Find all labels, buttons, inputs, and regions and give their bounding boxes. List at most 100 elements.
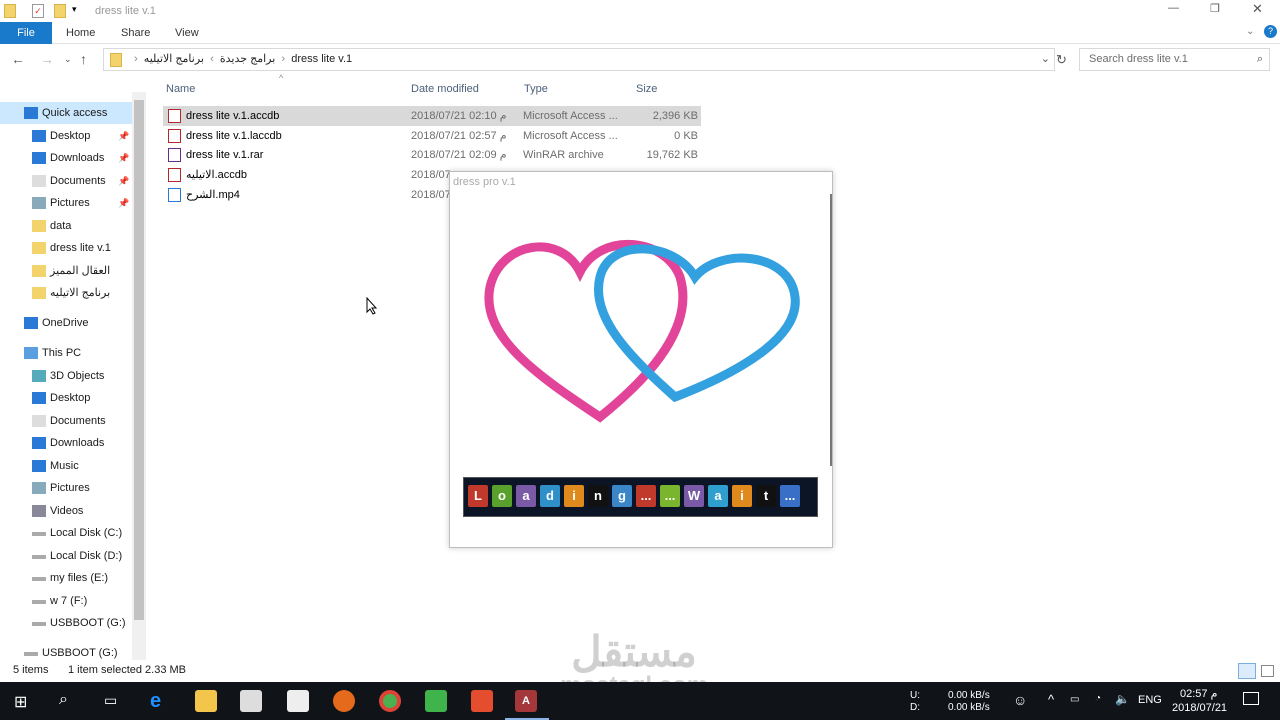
file-name: dress lite v.1.laccdb — [186, 130, 282, 142]
sidebar-item[interactable]: w 7 (F:) — [0, 590, 146, 612]
breadcrumb-item[interactable]: برامج جديدة — [220, 53, 275, 65]
tab-view[interactable]: View — [175, 22, 199, 44]
tab-home[interactable]: Home — [66, 22, 95, 44]
sidebar-item[interactable]: 3D Objects — [0, 365, 146, 387]
minimize-button[interactable]: — — [1168, 2, 1179, 14]
up-button[interactable]: ↑ — [80, 48, 87, 71]
search-icon[interactable]: ⌕ — [59, 691, 68, 709]
sidebar-item[interactable]: data — [0, 215, 146, 237]
forward-button[interactable]: → — [40, 48, 54, 71]
firefox-icon[interactable] — [333, 690, 355, 712]
loading-letter: g — [612, 485, 632, 507]
sidebar-item[interactable]: Local Disk (D:) — [0, 545, 146, 567]
sidebar-item[interactable]: Documents — [0, 410, 146, 432]
sidebar-item[interactable]: Quick access — [0, 102, 146, 124]
mouse-cursor-icon — [366, 297, 378, 315]
file-date: 2018/07/21 م 02:57 — [411, 130, 507, 142]
recorder-icon[interactable] — [471, 690, 493, 712]
column-size[interactable]: Size — [636, 80, 657, 98]
sidebar-item[interactable]: Pictures — [0, 477, 146, 499]
sidebar-item[interactable]: Videos — [0, 500, 146, 522]
file-explorer-icon[interactable] — [195, 690, 217, 712]
sidebar-scrollbar[interactable] — [132, 92, 146, 660]
sidebar-item[interactable]: Downloads — [0, 432, 146, 454]
tab-share[interactable]: Share — [121, 22, 150, 44]
large-icons-view-button[interactable] — [1261, 665, 1274, 677]
expand-ribbon-icon[interactable]: ⌄ — [1246, 26, 1254, 37]
sidebar-item[interactable]: USBBOOT (G:) — [0, 612, 146, 634]
show-hidden-icons[interactable]: ^ — [1048, 692, 1054, 707]
usb-icon — [24, 652, 38, 656]
upload-speed: 0.00 kB/s — [948, 690, 990, 701]
start-button[interactable]: ⊞ — [14, 692, 27, 712]
breadcrumb-item[interactable]: dress lite v.1 — [291, 53, 352, 65]
chrome-icon[interactable] — [379, 690, 401, 712]
back-button[interactable]: ← — [11, 48, 25, 71]
search-input[interactable]: Search dress lite v.1 ⌕ — [1079, 48, 1270, 71]
column-date-modified[interactable]: Date modified — [411, 80, 479, 98]
restore-button[interactable]: ❐ — [1210, 2, 1220, 15]
file-date: 2018/07/21 م 02:10 — [411, 110, 507, 122]
sidebar-item[interactable]: USBBOOT (G:) — [0, 642, 146, 664]
language-indicator[interactable]: ENG — [1138, 694, 1162, 706]
splash-title: dress pro v.1 — [453, 176, 516, 188]
star-icon — [24, 107, 38, 119]
sidebar-item-label: 3D Objects — [50, 370, 105, 382]
file-row[interactable]: dress lite v.1.laccdb 2018/07/21 م 02:57… — [163, 126, 701, 146]
notifications-icon[interactable] — [1243, 692, 1259, 705]
tab-file[interactable]: File — [0, 22, 52, 44]
mail-icon[interactable] — [287, 690, 309, 712]
pin-icon[interactable]: 📌 — [118, 125, 129, 147]
sort-ascending-icon: ^ — [279, 73, 284, 83]
sidebar-item[interactable]: This PC — [0, 342, 146, 364]
wifi-icon[interactable]: ◔ — [1095, 693, 1101, 704]
pin-icon[interactable]: 📌 — [118, 192, 129, 214]
details-view-button[interactable] — [1238, 663, 1256, 679]
file-type: Microsoft Access ... — [523, 130, 618, 142]
address-dropdown-icon[interactable]: ⌄ — [1041, 49, 1050, 70]
properties-icon[interactable]: ✓ — [32, 4, 44, 18]
access-icon[interactable]: A — [515, 690, 537, 712]
address-bar[interactable]: › برامج جديدة › برنامج الاتيليه › dress … — [103, 48, 1055, 71]
folder-icon — [110, 53, 122, 67]
power-icon[interactable]: ▭ — [1070, 694, 1079, 705]
column-name[interactable]: Name — [166, 80, 195, 98]
task-view-icon[interactable]: ▭ — [104, 692, 117, 709]
camtasia-icon[interactable] — [425, 690, 447, 712]
status-selection: 1 item selected 2.33 MB — [68, 664, 187, 676]
sidebar-item[interactable]: العقال المميز — [0, 260, 146, 282]
store-icon[interactable] — [240, 690, 262, 712]
close-button[interactable]: ✕ — [1252, 1, 1263, 17]
pin-icon[interactable]: 📌 — [118, 170, 129, 192]
refresh-button[interactable]: ↻ — [1056, 48, 1067, 71]
sidebar-item[interactable]: Desktop 📌 — [0, 125, 146, 147]
breadcrumb-item[interactable]: برنامج الاتيليه — [144, 53, 204, 65]
sidebar-item[interactable]: Pictures 📌 — [0, 192, 146, 214]
clock-time[interactable]: 02:57 م — [1180, 687, 1217, 700]
sidebar-item[interactable]: Local Disk (C:) — [0, 522, 146, 544]
customize-dropdown-icon[interactable]: ▾ — [72, 4, 77, 15]
sidebar-item[interactable]: OneDrive — [0, 312, 146, 334]
column-type[interactable]: Type — [524, 80, 548, 98]
drive-icon — [32, 600, 46, 604]
people-icon[interactable]: ☺ — [1013, 692, 1027, 708]
file-row[interactable]: dress lite v.1.rar 2018/07/21 م 02:09 Wi… — [163, 145, 701, 165]
clock-date[interactable]: 2018/07/21 — [1172, 702, 1227, 714]
help-icon[interactable]: ? — [1264, 25, 1277, 38]
sidebar-item[interactable]: Documents 📌 — [0, 170, 146, 192]
pin-icon[interactable]: 📌 — [118, 147, 129, 169]
sidebar-item[interactable]: Downloads 📌 — [0, 147, 146, 169]
pc-icon — [24, 347, 38, 359]
volume-icon[interactable]: 🔈 — [1115, 692, 1130, 706]
new-folder-icon[interactable] — [54, 4, 66, 18]
file-row[interactable]: dress lite v.1.accdb 2018/07/21 م 02:10 … — [163, 106, 701, 126]
file-date: 2018/07 — [411, 169, 451, 181]
sidebar-item[interactable]: برنامج الاتيليه — [0, 282, 146, 304]
sidebar-item-label: Pictures — [50, 197, 90, 209]
sidebar-item[interactable]: Music — [0, 455, 146, 477]
sidebar-item[interactable]: Desktop — [0, 387, 146, 409]
sidebar-item[interactable]: my files (E:) — [0, 567, 146, 589]
edge-icon[interactable]: e — [150, 690, 172, 712]
sidebar-item[interactable]: dress lite v.1 — [0, 237, 146, 259]
recent-locations-icon[interactable]: ⌄ — [64, 48, 72, 71]
